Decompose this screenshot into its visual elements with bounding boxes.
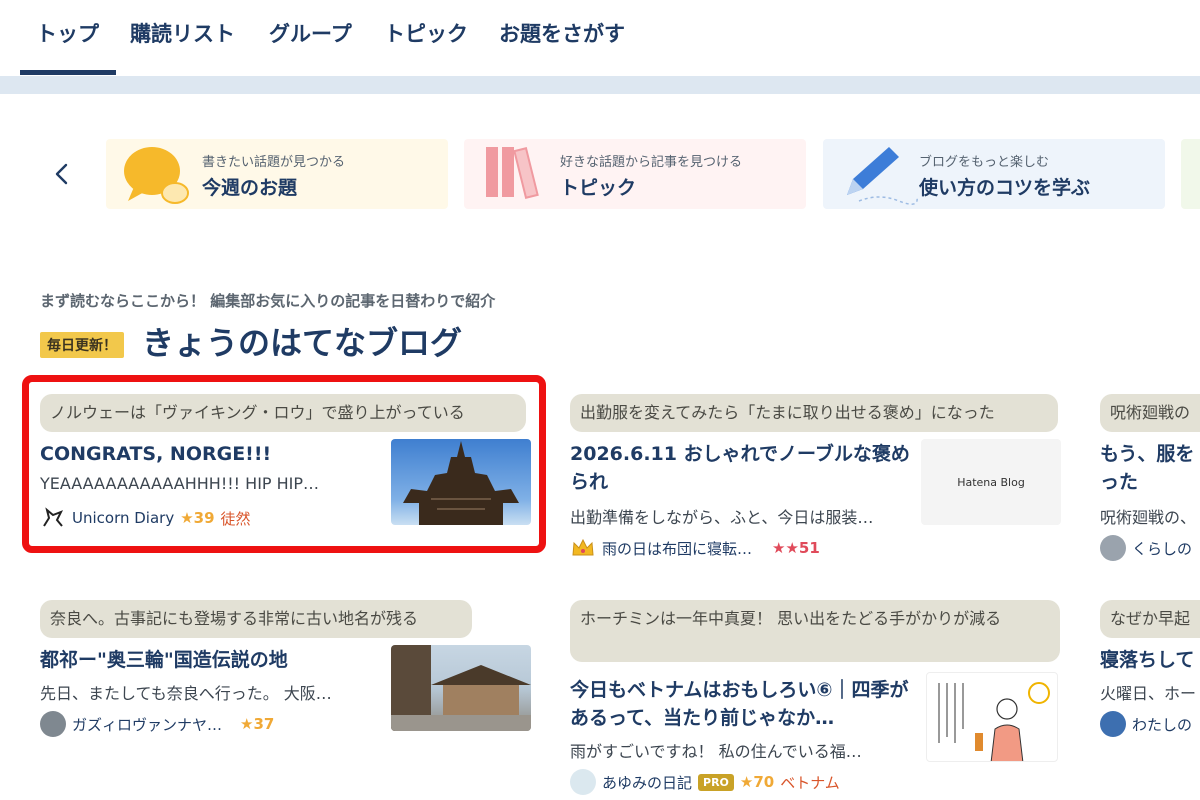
carousel-card-tips[interactable]: ブログをもっと楽しむ 使い方のコツを学ぶ (823, 139, 1165, 209)
pro-badge: PRO (698, 773, 734, 791)
entry-tag[interactable]: ベトナム (780, 772, 840, 793)
avatar[interactable] (40, 711, 66, 737)
books-icon (484, 145, 546, 205)
entry-card[interactable]: 奈良へ。古事記にも登場する非常に古い地名が残る 都祁ー"奥三輪"国造伝説の地 先… (40, 600, 532, 740)
entry-meta: ガズィロヴァンナヤ… ★37 (40, 710, 274, 738)
card-subtitle: ブログをもっと楽しむ (919, 155, 1050, 170)
avatar[interactable] (1100, 535, 1126, 561)
tab-groups[interactable]: グループ (269, 18, 352, 58)
section-title: きょうのはてなブログ (142, 324, 463, 362)
star-count: ★★51 (772, 539, 820, 557)
avatar[interactable] (1100, 711, 1126, 737)
hatena-blog-placeholder-thumb[interactable]: Hatena Blog (921, 439, 1061, 525)
blog-name[interactable]: あゆみの日記 (602, 772, 692, 793)
card-subtitle: 好きな話題から記事を見つける (560, 155, 743, 170)
entry-catchcopy: 出勤服を変えてみたら「たまに取り出せる褒め」になった (570, 394, 1058, 432)
entry-title[interactable]: 2026.6.11 おしゃれでノーブルな褒められ (570, 440, 910, 496)
shrine-photo[interactable] (391, 645, 531, 731)
entry-title[interactable]: 寝落ちして (1100, 646, 1200, 674)
entry-meta: くらしの (1100, 534, 1192, 562)
blog-name[interactable]: ガズィロヴァンナヤ… (72, 714, 222, 735)
entry-catchcopy: ホーチミンは一年中真夏！ 思い出をたどる手がかりが減る (570, 600, 1060, 662)
card-subtitle: 書きたい話題が見つかる (202, 155, 346, 170)
speech-bubble-icon (120, 143, 196, 209)
tab-top[interactable]: トップ (36, 18, 99, 58)
crown-avatar-icon[interactable] (570, 535, 596, 561)
daily-update-badge: 毎日更新！ (40, 332, 124, 358)
entry-catchcopy: 呪術廻戦の (1100, 394, 1200, 432)
entry-snippet: 雨がすごいですね！ 私の住んでいる福… (570, 742, 862, 761)
chevron-left-icon[interactable] (46, 158, 78, 190)
avatar[interactable] (570, 769, 596, 795)
entry-snippet: 先日、またしても奈良へ行った。 大阪… (40, 684, 332, 703)
entry-snippet: 呪術廻戦の、 (1100, 508, 1197, 527)
highlight-frame (22, 375, 546, 553)
active-tab-indicator (20, 70, 116, 75)
tab-find-theme[interactable]: お題をさがす (499, 18, 625, 58)
star-count: ★70 (739, 773, 775, 791)
card-title: トピック (560, 177, 637, 199)
pencil-icon (839, 143, 919, 209)
entry-meta: 雨の日は布団に寝転… ★★51 (570, 534, 820, 562)
entry-card[interactable]: 出勤服を変えてみたら「たまに取り出せる褒め」になった 2026.6.11 おしゃ… (570, 394, 1062, 564)
card-title: 使い方のコツを学ぶ (919, 177, 1091, 199)
entry-title[interactable]: 都祁ー"奥三輪"国造伝説の地 (40, 646, 380, 674)
blog-name[interactable]: 雨の日は布団に寝転… (602, 538, 752, 559)
illustration-person-sun[interactable] (926, 672, 1058, 762)
top-navigation: トップ 購読リスト グループ トピック お題をさがす (0, 0, 1200, 76)
entry-meta: わたしの (1100, 710, 1192, 738)
entry-title[interactable]: もう、服をった (1100, 440, 1200, 496)
tab-topics[interactable]: トピック (384, 18, 468, 58)
thumb-text: Hatena Blog (957, 475, 1025, 489)
blog-name[interactable]: わたしの (1132, 714, 1192, 735)
tab-subscriptions[interactable]: 購読リスト (130, 18, 235, 58)
carousel-card-partial[interactable] (1181, 139, 1200, 209)
entry-meta: あゆみの日記 PRO ★70 ベトナム (570, 768, 840, 796)
blog-name[interactable]: くらしの (1132, 538, 1192, 559)
entry-card[interactable]: ホーチミンは一年中真夏！ 思い出をたどる手がかりが減る 今日もベトナムはおもしろ… (570, 600, 1062, 800)
section-intro: まず読むならここから！ 編集部お気に入りの記事を日替わりで紹介 (40, 292, 496, 310)
nav-divider-strip (0, 76, 1200, 94)
entry-snippet: 火曜日、ホー (1100, 684, 1197, 703)
entry-snippet: 出勤準備をしながら、ふと、今日は服装… (570, 508, 874, 527)
entry-catchcopy: 奈良へ。古事記にも登場する非常に古い地名が残る (40, 600, 472, 638)
carousel-card-weekly-theme[interactable]: 書きたい話題が見つかる 今週のお題 (106, 139, 448, 209)
entry-title[interactable]: 今日もベトナムはおもしろい⑥｜四季があるって、当たり前じゃなか… (570, 676, 910, 732)
star-count: ★37 (240, 715, 275, 733)
card-title: 今週のお題 (202, 177, 298, 199)
entry-catchcopy: なぜか早起 (1100, 600, 1200, 638)
entry-card[interactable]: なぜか早起 寝落ちして 火曜日、ホー わたしの (1100, 600, 1200, 740)
entry-card[interactable]: 呪術廻戦の もう、服をった 呪術廻戦の、 くらしの (1100, 394, 1200, 564)
carousel-card-topics[interactable]: 好きな話題から記事を見つける トピック (464, 139, 806, 209)
